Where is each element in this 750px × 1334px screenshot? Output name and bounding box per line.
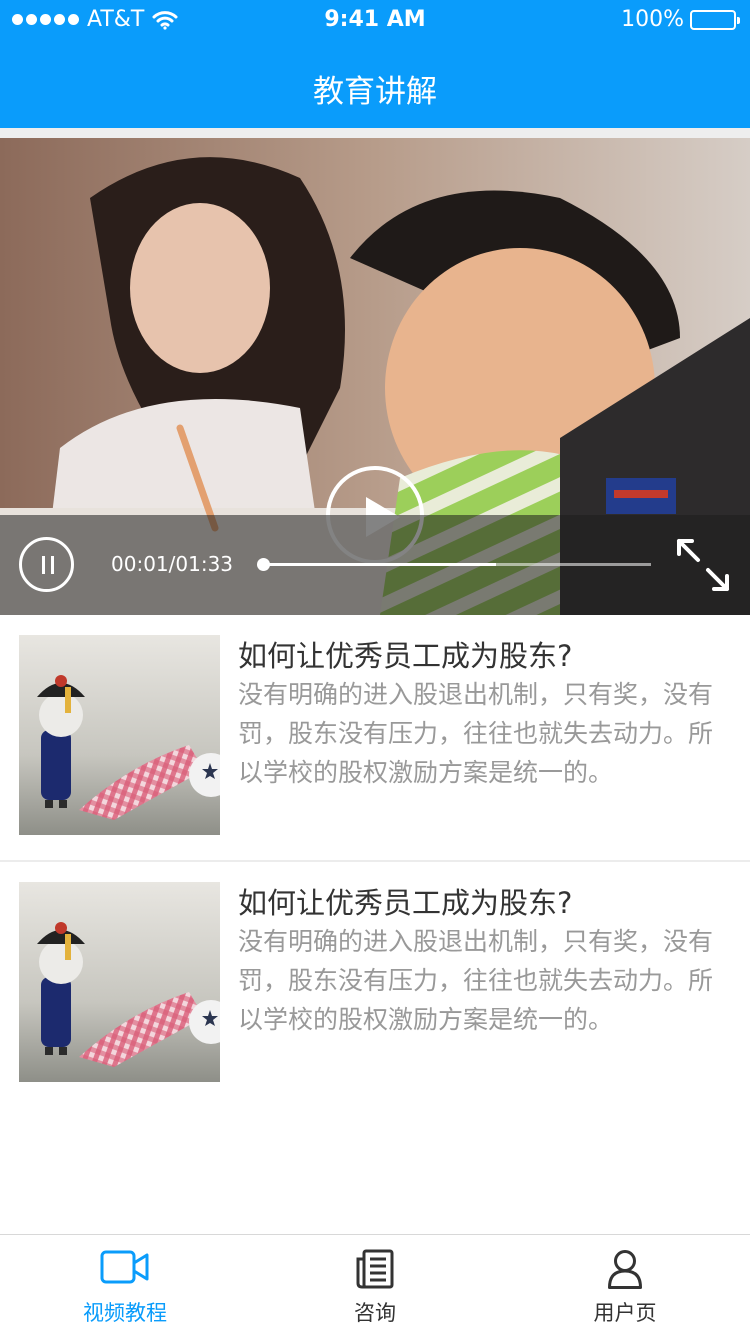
user-icon (608, 1250, 642, 1289)
battery-icon (690, 9, 740, 30)
tab-label: 用户页 (593, 1301, 657, 1325)
article-description: 没有明确的进入股退出机制，只有奖，没有罚，股东没有压力，往往也就失去动力。所以学… (238, 680, 714, 787)
list-item[interactable]: 如何让优秀员工成为股东? 没有明确的进入股退出机制，只有奖，没有罚，股东没有压力… (0, 862, 750, 1109)
article-thumbnail (19, 635, 220, 835)
battery-percent: 100% (621, 7, 684, 32)
page-title: 教育讲解 (313, 74, 437, 110)
divider (0, 128, 750, 138)
video-camera-icon (100, 1250, 149, 1284)
article-title: 如何让优秀员工成为股东? (238, 886, 573, 920)
tab-bar: 视频教程 咨询 用户页 (0, 1234, 750, 1334)
progress-buffered (263, 563, 496, 566)
article-description: 没有明确的进入股退出机制，只有奖，没有罚，股东没有压力，往往也就失去动力。所以学… (238, 927, 714, 1034)
fullscreen-icon[interactable] (676, 538, 730, 592)
tab-consult[interactable]: 咨询 (250, 1235, 500, 1334)
article-title: 如何让优秀员工成为股东? (238, 639, 573, 673)
video-player[interactable]: 00:01/01:33 (0, 138, 750, 615)
tab-label: 视频教程 (83, 1301, 167, 1325)
tab-video-tutorial[interactable]: 视频教程 (0, 1235, 250, 1334)
article-list: 如何让优秀员工成为股东? 没有明确的进入股退出机制，只有奖，没有罚，股东没有压力… (0, 615, 750, 1109)
list-item[interactable]: 如何让优秀员工成为股东? 没有明确的进入股退出机制，只有奖，没有罚，股东没有压力… (0, 615, 750, 862)
progress-track[interactable] (257, 558, 651, 571)
pause-button[interactable] (19, 537, 74, 592)
article-thumbnail (19, 882, 220, 1082)
status-bar: AT&T 9:41 AM 100% (0, 0, 750, 40)
video-controls: 00:01/01:33 (0, 515, 750, 615)
progress-handle[interactable] (257, 558, 270, 571)
video-time: 00:01/01:33 (111, 552, 234, 576)
top-bar: AT&T 9:41 AM 100% 教育讲解 (0, 0, 750, 128)
tab-label: 咨询 (354, 1301, 396, 1325)
tab-user-page[interactable]: 用户页 (500, 1235, 750, 1334)
news-icon (356, 1249, 394, 1289)
